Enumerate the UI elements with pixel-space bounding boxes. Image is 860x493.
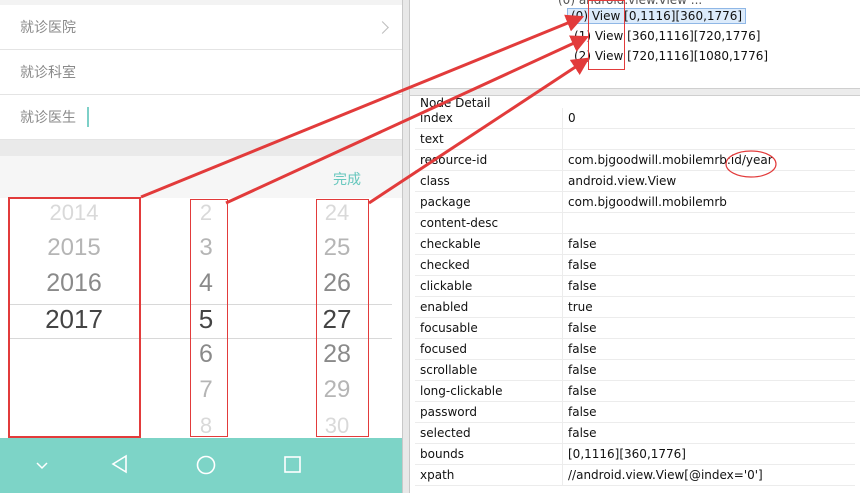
form-label-hospital: 就诊医院 xyxy=(20,20,76,36)
detail-value[interactable] xyxy=(562,212,855,234)
detail-key: index xyxy=(415,108,563,129)
text-cursor xyxy=(87,107,89,127)
detail-value[interactable]: true xyxy=(562,296,855,318)
detail-row-resource-id[interactable]: resource-id com.bjgoodwill.mobilemrb:id/y… xyxy=(415,149,855,171)
detail-value[interactable]: android.view.View xyxy=(562,170,855,192)
detail-key: focused xyxy=(415,338,563,360)
detail-key: class xyxy=(415,170,563,192)
detail-value[interactable]: false xyxy=(562,317,855,339)
detail-row-password[interactable]: password false xyxy=(415,401,855,423)
annotation-box-month xyxy=(190,199,228,437)
chevron-down-icon[interactable] xyxy=(36,462,48,470)
detail-row-selected[interactable]: selected false xyxy=(415,422,855,444)
tree-parent-row[interactable]: (0) android.view.View ... xyxy=(558,0,702,7)
detail-row-checkable[interactable]: checkable false xyxy=(415,233,855,255)
form-row-hospital[interactable]: 就诊医院 xyxy=(0,5,402,50)
tree-row-bounds: [0,1116][360,1776] xyxy=(624,9,743,23)
pane-splitter[interactable] xyxy=(410,88,860,96)
annotation-box-year xyxy=(8,197,141,438)
detail-key: selected xyxy=(415,422,563,444)
tree-row-bounds: [360,1116][720,1776] xyxy=(627,29,761,43)
detail-value[interactable]: com.bjgoodwill.mobilemrb:id/year xyxy=(562,149,855,171)
form-row-department[interactable]: 就诊科室 xyxy=(0,50,402,95)
detail-key: long-clickable xyxy=(415,380,563,402)
detail-row-long-clickable[interactable]: long-clickable false xyxy=(415,380,855,402)
detail-key: bounds xyxy=(415,443,563,465)
detail-row-clickable[interactable]: clickable false xyxy=(415,275,855,297)
detail-key: enabled xyxy=(415,296,563,318)
detail-value[interactable]: false xyxy=(562,380,855,402)
form-label-doctor: 就诊医生 xyxy=(20,110,76,126)
detail-key: checked xyxy=(415,254,563,276)
recents-icon[interactable] xyxy=(283,455,303,475)
detail-value[interactable] xyxy=(562,128,855,150)
detail-row-index[interactable]: index 0 xyxy=(415,108,855,129)
detail-value[interactable]: false xyxy=(562,401,855,423)
detail-key: clickable xyxy=(415,275,563,297)
detail-value[interactable]: false xyxy=(562,233,855,255)
detail-row-scrollable[interactable]: scrollable false xyxy=(415,359,855,381)
detail-row-xpath[interactable]: xpath//android.view.View[@index='0'] xyxy=(415,464,855,486)
tree-row-bounds: [720,1116][1080,1776] xyxy=(627,49,769,63)
node-detail-panel: Node Detail index 0 text resource-id com.bjg… xyxy=(410,96,860,493)
panel-divider[interactable] xyxy=(402,0,410,493)
detail-key: password xyxy=(415,401,563,423)
form-row-doctor[interactable]: 就诊医生 xyxy=(0,95,402,140)
hierarchy-tree: (0) android.view.View ... (0) View [0,11… xyxy=(410,0,860,88)
detail-key: xpath xyxy=(415,464,563,486)
detail-value[interactable]: 0 xyxy=(562,108,855,129)
detail-key: checkable xyxy=(415,233,563,255)
detail-value[interactable]: [0,1116][360,1776] xyxy=(562,443,855,465)
detail-row-text[interactable]: text xyxy=(415,128,855,150)
detail-row-focusable[interactable]: focusable false xyxy=(415,317,855,339)
detail-key: resource-id xyxy=(415,149,563,171)
node-detail-table: index 0 text resource-id com.bjgoodwill.mobi… xyxy=(415,108,855,486)
detail-key: scrollable xyxy=(415,359,563,381)
chevron-right-icon xyxy=(376,21,389,34)
annotation-box-day xyxy=(316,199,369,437)
detail-row-class[interactable]: class android.view.View xyxy=(415,170,855,192)
detail-row-package[interactable]: package com.bjgoodwill.mobilemrb xyxy=(415,191,855,213)
detail-key: package xyxy=(415,191,563,213)
detail-value[interactable]: false xyxy=(562,275,855,297)
done-button[interactable]: 完成 xyxy=(333,169,361,189)
detail-row-focused[interactable]: focused false xyxy=(415,338,855,360)
detail-key: content-desc xyxy=(415,212,563,234)
detail-value[interactable]: //android.view.View[@index='0'] xyxy=(562,464,855,486)
tree-row-index: (0) xyxy=(571,9,588,23)
detail-value[interactable]: false xyxy=(562,422,855,444)
detail-row-content-desc[interactable]: content-desc xyxy=(415,212,855,234)
detail-value[interactable]: false xyxy=(562,338,855,360)
home-icon[interactable] xyxy=(195,454,217,476)
detail-row-bounds[interactable]: bounds [0,1116][360,1776] xyxy=(415,443,855,465)
detail-value[interactable]: com.bjgoodwill.mobilemrb xyxy=(562,191,855,213)
detail-row-enabled[interactable]: enabled true xyxy=(415,296,855,318)
detail-key: text xyxy=(415,128,563,150)
form-label-department: 就诊科室 xyxy=(20,65,76,81)
back-icon[interactable] xyxy=(110,454,128,474)
annotation-box-view-column xyxy=(588,0,625,70)
dim-overlay xyxy=(0,140,402,156)
detail-value[interactable]: false xyxy=(562,359,855,381)
detail-row-checked[interactable]: checked false xyxy=(415,254,855,276)
detail-value[interactable]: false xyxy=(562,254,855,276)
navigation-bar xyxy=(0,438,402,493)
detail-key: focusable xyxy=(415,317,563,339)
